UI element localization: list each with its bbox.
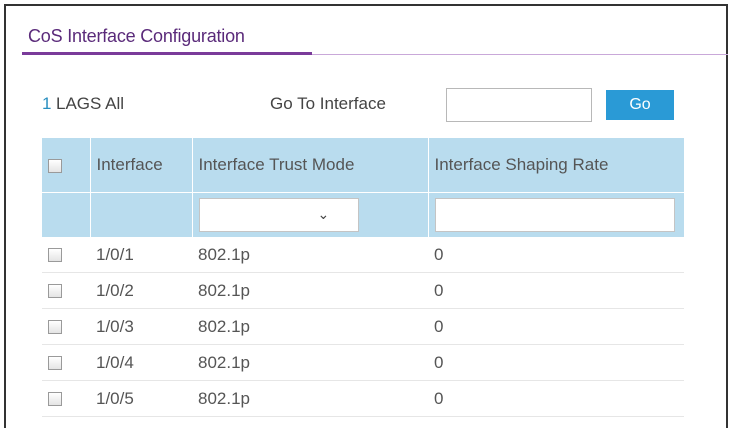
shaping-rate-cell: 0 <box>428 272 684 309</box>
select-all-cell <box>42 138 91 193</box>
shaping-rate-cell: 0 <box>428 380 684 417</box>
go-to-interface-input[interactable] <box>446 88 592 122</box>
trust-mode-cell: 802.1p <box>192 308 428 345</box>
shaping-rate-cell: 0 <box>428 237 684 273</box>
trust-mode-cell: 802.1p <box>192 380 428 417</box>
table-row: 1/0/2 802.1p 0 <box>42 272 684 309</box>
row-checkbox[interactable] <box>48 320 62 335</box>
select-all-checkbox[interactable] <box>48 158 62 173</box>
cos-interface-panel: CoS Interface Configuration 1 LAGS All G… <box>4 4 728 428</box>
row-checkbox[interactable] <box>48 284 62 299</box>
table-row: 1/0/1 802.1p 0 <box>42 237 684 273</box>
interface-cell: 1/0/5 <box>90 380 192 417</box>
header-shaping-rate[interactable]: Interface Shaping Rate <box>428 138 685 193</box>
title-divider <box>312 54 728 55</box>
table-row: 1/0/4 802.1p 0 <box>42 344 684 381</box>
shaping-rate-input[interactable] <box>434 198 675 232</box>
lags-count-link[interactable]: 1 <box>42 94 51 114</box>
trust-mode-cell: 802.1p <box>192 272 428 309</box>
interface-cell: 1/0/3 <box>90 308 192 345</box>
row-checkbox[interactable] <box>48 248 62 263</box>
go-button[interactable]: Go <box>606 90 674 120</box>
lags-all-label: LAGS All <box>56 94 125 113</box>
row-checkbox[interactable] <box>48 392 62 407</box>
trust-mode-cell: 802.1p <box>192 344 428 381</box>
row-checkbox[interactable] <box>48 356 62 371</box>
header-interface[interactable]: Interface <box>90 138 193 193</box>
interface-cell: 1/0/4 <box>90 344 192 381</box>
interface-cell: 1/0/2 <box>90 272 192 309</box>
interface-toolbar: 1 LAGS All Go To Interface Go <box>42 88 682 122</box>
trust-mode-cell: 802.1p <box>192 237 428 273</box>
chevron-down-icon: ⌄ <box>317 206 330 222</box>
filter-row: ⌄ <box>42 192 685 237</box>
go-to-interface-label: Go To Interface <box>270 94 386 113</box>
interface-cell: 1/0/1 <box>90 237 192 273</box>
title-underline <box>22 52 312 55</box>
table-header-row: Interface Interface Trust Mode Interface… <box>42 138 685 193</box>
cos-interface-table: Interface Interface Trust Mode Interface… <box>42 138 685 417</box>
table-row: 1/0/3 802.1p 0 <box>42 308 684 345</box>
table-row: 1/0/5 802.1p 0 <box>42 380 684 417</box>
shaping-rate-cell: 0 <box>428 308 684 345</box>
header-trust-mode[interactable]: Interface Trust Mode <box>192 138 429 193</box>
trust-mode-select[interactable]: ⌄ <box>198 198 359 232</box>
panel-title: CoS Interface Configuration <box>28 26 245 46</box>
shaping-rate-cell: 0 <box>428 344 684 381</box>
